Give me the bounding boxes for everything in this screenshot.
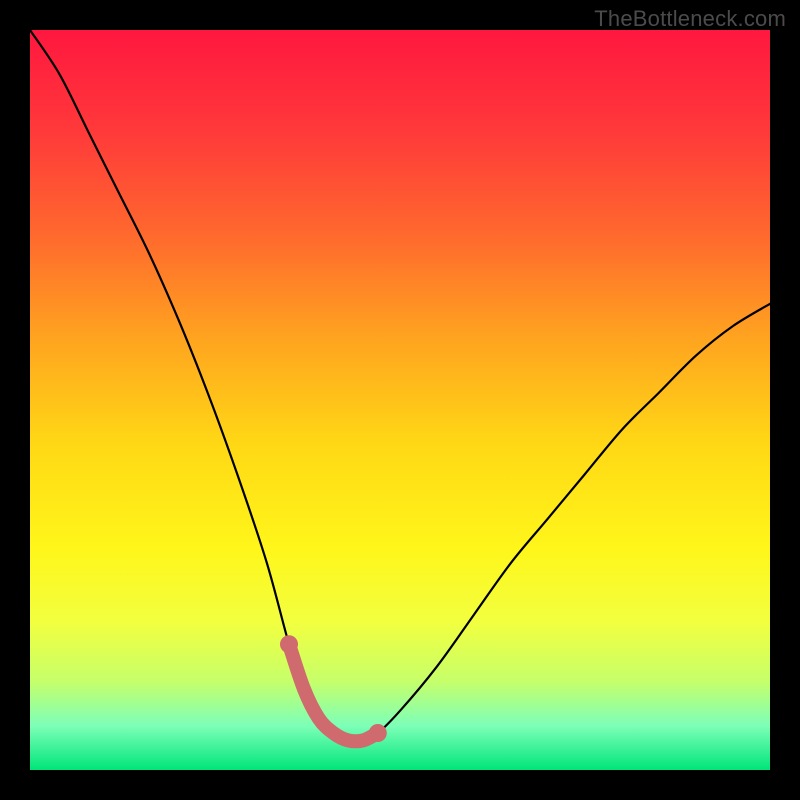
plot-area <box>30 30 770 770</box>
watermark-text: TheBottleneck.com <box>594 6 786 32</box>
background-gradient <box>30 30 770 770</box>
chart-frame: TheBottleneck.com <box>0 0 800 800</box>
